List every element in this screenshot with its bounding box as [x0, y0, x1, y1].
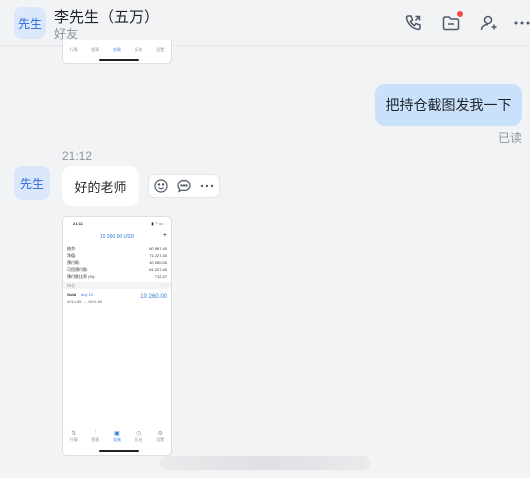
home-indicator — [99, 450, 139, 452]
notification-dot — [457, 11, 463, 17]
phone-icon[interactable] — [403, 13, 423, 33]
mini-tab: ⇅ 行情 — [69, 430, 78, 442]
mini-tab: ⫶ 图表 — [91, 429, 100, 442]
incoming-message[interactable]: 好的老师 — [62, 166, 139, 206]
mini-tab: ◷ 历史 — [134, 430, 143, 442]
mini-row-label: 可用预付款: — [67, 267, 89, 272]
mini-position-profit: 10 260.00 — [140, 294, 167, 300]
contact-name[interactable]: 李先生（五万） — [54, 6, 159, 27]
mini-position-symbol: Gold — [67, 292, 77, 297]
home-indicator — [99, 59, 139, 61]
mini-status-time: 21:11 — [73, 221, 84, 226]
outgoing-message[interactable]: 把持仓截图发我一下 — [375, 84, 522, 126]
more-icon[interactable] — [199, 178, 215, 194]
read-status: 已读 — [497, 131, 522, 145]
more-icon[interactable] — [512, 13, 530, 33]
mini-status-icons: ▮ ◠ ▭ — [151, 221, 163, 226]
reaction-icon[interactable] — [153, 178, 169, 194]
mini-tab: 设置 — [156, 47, 165, 52]
mini-row-label: 净值: — [67, 253, 77, 258]
mini-balance: 10 260.00 USD — [99, 234, 135, 240]
mini-add-icon: + — [162, 232, 167, 239]
mini-tab: 图表 — [91, 47, 100, 52]
mini-row-value: 712.27 — [154, 274, 167, 279]
mini-tab-active: ▣ 交易 — [112, 430, 121, 442]
previous-screenshot[interactable]: 行情 图表 交易 历史 设置 — [62, 40, 172, 64]
message-time: 21:12 — [62, 149, 93, 163]
mini-position-prices: 4014.85 → 4024.85 — [67, 299, 103, 304]
mini-tab: 历史 — [134, 47, 143, 52]
mini-tab: 行情 — [69, 47, 78, 52]
mini-position-side: buy 10 — [81, 292, 94, 297]
mini-row-label: 预付款: — [67, 260, 81, 265]
mini-tab: 交易 — [112, 47, 121, 52]
mini-tab: ⚙ 设置 — [156, 430, 165, 442]
mini-row-value: 61 227.40 — [149, 267, 167, 272]
contact-avatar[interactable]: 先生 — [14, 7, 46, 39]
reply-icon[interactable] — [176, 178, 192, 194]
mini-section-bar — [63, 282, 171, 289]
mini-row-value: 10 000.00 — [149, 260, 167, 265]
sender-avatar[interactable]: 先生 — [14, 166, 50, 200]
mini-section-title: 持仓 — [67, 283, 75, 288]
bottom-toolbar[interactable] — [160, 456, 370, 470]
mini-row-label: 结余: — [67, 246, 77, 251]
mini-row-value: 71 227.40 — [149, 253, 167, 258]
previous-screenshot-tabbar: 行情 图表 交易 历史 设置 — [63, 41, 171, 59]
mini-row-label: 预付款比率 (%): — [67, 274, 96, 279]
mini-tabbar: ⇅ 行情 ⫶ 图表 ▣ 交易 ◷ 历史 ⚙ 设置 — [63, 425, 171, 447]
mini-section-more: ··· — [163, 282, 167, 287]
message-actions — [148, 174, 220, 198]
mini-row-value: 60 967.40 — [149, 246, 167, 251]
add-user-icon[interactable] — [479, 13, 499, 33]
position-screenshot[interactable]: 21:11 ▮ ◠ ▭ 10 260.00 USD + 结余: 60 967.4… — [62, 216, 172, 456]
